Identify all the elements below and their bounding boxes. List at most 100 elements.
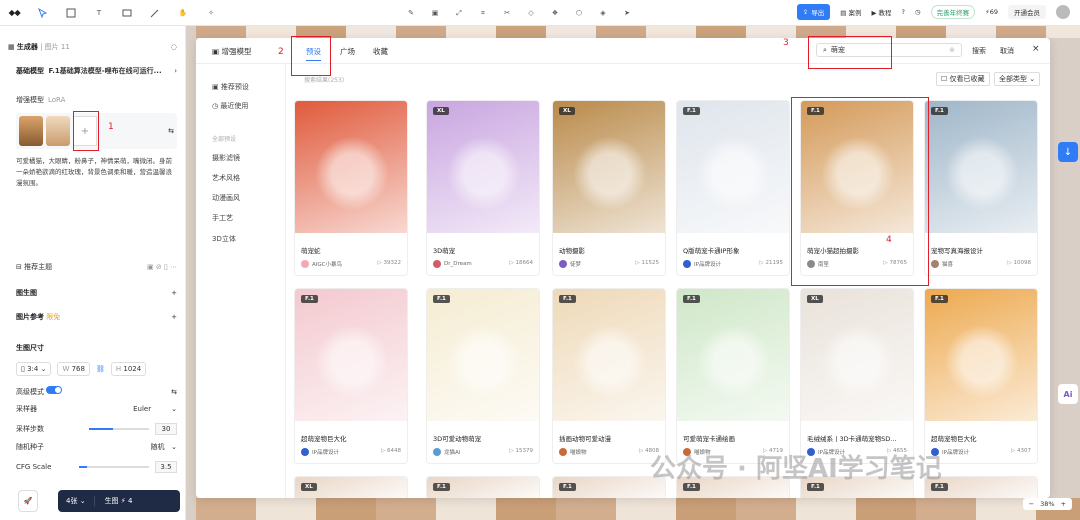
- ratio-select[interactable]: ▯ 3:4 ⌄: [16, 362, 52, 376]
- retouch-icon[interactable]: ◈: [596, 6, 610, 20]
- generate-button[interactable]: 生图 ⚡ 4: [95, 496, 143, 506]
- preset-author[interactable]: IP品牌设计: [301, 448, 339, 456]
- zoom-in-icon[interactable]: +: [1061, 500, 1066, 508]
- preset-card[interactable]: F.1 3D可爱动物萌宠 龙猫AI ▷ 15379: [426, 288, 540, 464]
- lora-thumbnail[interactable]: [19, 116, 43, 146]
- preset-card[interactable]: F.1: [552, 476, 666, 498]
- points-display[interactable]: ⚡69: [985, 8, 998, 16]
- preset-author[interactable]: Dr_Dream: [433, 260, 472, 268]
- pen-tool-icon[interactable]: [148, 6, 162, 20]
- ai-assistant-icon[interactable]: Ai: [1058, 384, 1078, 404]
- sampler-select[interactable]: Euler ⌄: [133, 405, 177, 413]
- preset-card[interactable]: XL 3D萌宠 Dr_Dream ▷ 18664: [426, 100, 540, 276]
- image-edit-icon[interactable]: ▣: [428, 6, 442, 20]
- steps-slider-fill: [89, 428, 113, 430]
- preset-author[interactable]: IP品牌设计: [683, 260, 721, 268]
- tab-square[interactable]: 广场: [340, 46, 355, 57]
- preset-author[interactable]: AIGC小暴鸟: [301, 260, 342, 268]
- magic-wand-icon[interactable]: ✧: [204, 6, 218, 20]
- base-model-row[interactable]: 基础模型 F.1基础算法模型-哩布在线可运行... ›: [16, 66, 177, 76]
- download-icon[interactable]: ↓: [1058, 142, 1078, 162]
- member-button[interactable]: 开通会员: [1008, 5, 1046, 19]
- hand-tool-icon[interactable]: ✋: [176, 6, 190, 20]
- width-input[interactable]: W 768: [57, 362, 90, 376]
- refresh-icon[interactable]: ◌: [171, 43, 177, 51]
- help-icon[interactable]: ?: [902, 8, 905, 16]
- preset-card[interactable]: 萌宠蛇 AIGC小暴鸟 ▷ 39322: [294, 100, 408, 276]
- shape-tool-icon[interactable]: [120, 6, 134, 20]
- prompt-actions[interactable]: ▣ ⊘ ▯ ⋯: [147, 263, 177, 271]
- generate-cost: 4: [127, 497, 133, 505]
- seed-select[interactable]: 随机 ⌄: [150, 442, 177, 452]
- img2img-row[interactable]: 图生图 +: [16, 288, 177, 298]
- send-icon[interactable]: ➤: [620, 6, 634, 20]
- adjust-icon[interactable]: ⇆: [168, 127, 174, 135]
- preset-card[interactable]: XL 毛绒绒系丨3D卡通萌宠物SD... IP品牌设计 ▷ 4655: [800, 288, 914, 464]
- brush-icon[interactable]: ⬡: [572, 6, 586, 20]
- cfg-slider[interactable]: [79, 466, 149, 468]
- height-input[interactable]: H 1024: [110, 362, 147, 376]
- preset-card[interactable]: F.1 超萌宠物巨大化 IP品牌设计 ▷ 6448: [294, 288, 408, 464]
- logo-icon[interactable]: [8, 6, 22, 20]
- type-select[interactable]: 全部类型 ⌄: [994, 72, 1041, 86]
- close-icon[interactable]: ×: [1032, 44, 1040, 54]
- preset-card[interactable]: F.1: [426, 476, 540, 498]
- count-select[interactable]: 4张 ⌄: [58, 496, 95, 506]
- sidebar-item-recommended[interactable]: ▣ 推荐预设: [212, 82, 249, 92]
- prompt-text[interactable]: 可爱橘猫，大眼睛，粉鼻子，神情呆萌，嘴微闭。身前一朵娇艳欲滴的红玫瑰，背景色调柔…: [16, 156, 176, 189]
- preset-card[interactable]: F.1 Q版萌宠卡通IP形象 IP品牌设计 ▷ 21195: [676, 100, 790, 276]
- preset-card[interactable]: F.1 超萌宠物巨大化 IP品牌设计 ▷ 4307: [924, 288, 1038, 464]
- sidebar-item-category[interactable]: 3D立体: [212, 234, 236, 244]
- eraser-icon[interactable]: ◇: [524, 6, 538, 20]
- avatar[interactable]: [1056, 5, 1070, 19]
- preset-author[interactable]: 喵娘物: [559, 448, 587, 456]
- adjust-icon[interactable]: ⇆: [171, 388, 177, 396]
- rocket-button[interactable]: 🚀: [18, 490, 38, 512]
- preset-card[interactable]: XL: [294, 476, 408, 498]
- text-tool-icon[interactable]: T: [92, 6, 106, 20]
- preset-author[interactable]: 龙猫AI: [433, 448, 460, 456]
- cases-button[interactable]: ▤ 案例: [840, 7, 861, 17]
- sidebar-item-category[interactable]: 艺术风格: [212, 173, 240, 183]
- plus-icon[interactable]: +: [171, 289, 177, 297]
- steps-value[interactable]: 30: [155, 423, 177, 435]
- zoom-out-icon[interactable]: −: [1029, 500, 1034, 508]
- lora-label: LoRA: [48, 96, 66, 104]
- clear-icon[interactable]: ⊗: [949, 46, 955, 54]
- expand-icon[interactable]: ⤢: [452, 6, 466, 20]
- steps-slider[interactable]: [89, 428, 149, 430]
- sidebar-item-category[interactable]: 摄影滤镜: [212, 153, 240, 163]
- link-icon[interactable]: ⛓: [96, 365, 105, 373]
- select-cursor-icon[interactable]: [36, 6, 50, 20]
- tab-favorites[interactable]: 收藏: [373, 46, 388, 57]
- sampler-row: 采样器 Euler ⌄: [16, 404, 177, 414]
- recommend-label[interactable]: 推荐主题: [24, 263, 52, 271]
- sidebar-item-category[interactable]: 手工艺: [212, 213, 233, 223]
- history-icon[interactable]: ◷: [915, 8, 921, 16]
- promo-badge[interactable]: 完善年终赛: [930, 5, 976, 19]
- frame-tool-icon[interactable]: [64, 6, 78, 20]
- sidebar-item-category[interactable]: 动漫画风: [212, 193, 240, 203]
- export-button[interactable]: ⇪ 导出: [796, 4, 831, 20]
- edit-icon[interactable]: ✎: [404, 6, 418, 20]
- preset-author[interactable]: 猫喜: [931, 260, 953, 268]
- lora-thumbnail[interactable]: [46, 116, 70, 146]
- cases-label: 案例: [848, 9, 862, 17]
- scissors-icon[interactable]: ✂: [500, 6, 514, 20]
- img-ref-row[interactable]: 图片参考 限免 +: [16, 312, 177, 322]
- preset-author[interactable]: 徒梦: [559, 260, 581, 268]
- preset-card[interactable]: XL 动物摄影 徒梦 ▷ 11525: [552, 100, 666, 276]
- layers-icon[interactable]: ❖: [548, 6, 562, 20]
- preset-card[interactable]: F.1 可爱萌宠卡通绘画 喵娘物 ▷ 4719: [676, 288, 790, 464]
- search-button[interactable]: 搜索: [972, 46, 986, 56]
- advanced-toggle[interactable]: [46, 386, 63, 394]
- cfg-value[interactable]: 3.5: [155, 461, 177, 473]
- favorites-filter[interactable]: ☐ 仅看已收藏: [936, 72, 990, 86]
- crop-icon[interactable]: ⌗: [476, 6, 490, 20]
- sidebar-item-recent[interactable]: ◷ 最近使用: [212, 101, 248, 111]
- plus-icon[interactable]: +: [171, 313, 177, 321]
- preset-card[interactable]: F.1 插画动物可爱动漫 喵娘物 ▷ 4808: [552, 288, 666, 464]
- preset-card[interactable]: F.1 宠物写真海报设计 猫喜 ▷ 10098: [924, 100, 1038, 276]
- cancel-button[interactable]: 取消: [1000, 46, 1014, 56]
- tutorial-button[interactable]: ▶ 教程: [871, 7, 891, 17]
